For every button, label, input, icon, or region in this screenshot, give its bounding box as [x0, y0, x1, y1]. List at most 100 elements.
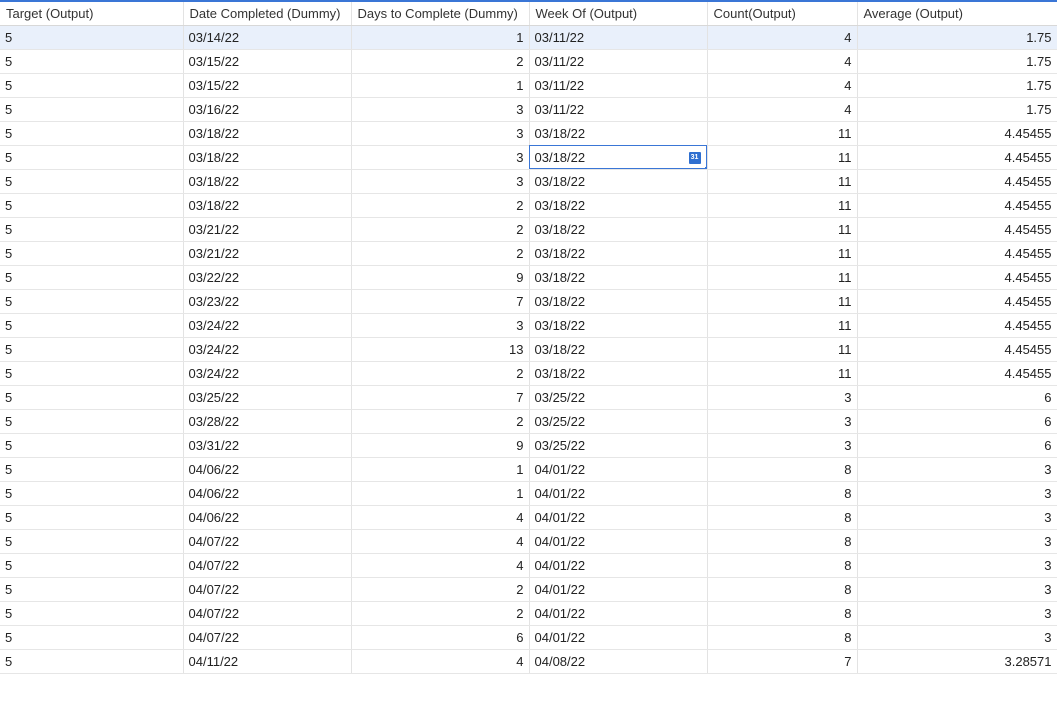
- days-to-complete-cell[interactable]: 4: [351, 505, 530, 530]
- table-row[interactable]: 5 03/24/22 2 03/18/22 11 4.45455: [0, 361, 1057, 386]
- average-cell[interactable]: 4.45455: [857, 193, 1057, 218]
- table-row[interactable]: 5 03/28/22 2 03/25/22 3 6: [0, 409, 1057, 434]
- count-cell[interactable]: 11: [707, 193, 858, 218]
- date-completed-cell[interactable]: 04/07/22: [183, 553, 352, 578]
- days-to-complete-cell[interactable]: 3: [351, 169, 530, 194]
- average-cell[interactable]: 3: [857, 457, 1057, 482]
- target-cell[interactable]: 5: [0, 529, 184, 554]
- count-cell[interactable]: 11: [707, 217, 858, 242]
- days-to-complete-cell[interactable]: 2: [351, 193, 530, 218]
- week-of-cell[interactable]: 04/01/22: [529, 577, 708, 602]
- table-row[interactable]: 5 04/06/22 1 04/01/22 8 3: [0, 457, 1057, 482]
- count-cell[interactable]: 11: [707, 265, 858, 290]
- week-of-cell[interactable]: 03/18/22: [529, 169, 708, 194]
- target-cell[interactable]: 5: [0, 241, 184, 266]
- days-to-complete-cell[interactable]: 4: [351, 649, 530, 674]
- days-to-complete-cell[interactable]: 6: [351, 625, 530, 650]
- date-completed-cell[interactable]: 03/22/22: [183, 265, 352, 290]
- table-row[interactable]: 5 04/07/22 4 04/01/22 8 3: [0, 529, 1057, 554]
- days-to-complete-cell[interactable]: 13: [351, 337, 530, 362]
- table-row[interactable]: 5 04/07/22 6 04/01/22 8 3: [0, 625, 1057, 650]
- average-cell[interactable]: 1.75: [857, 97, 1057, 122]
- average-cell[interactable]: 1.75: [857, 25, 1057, 50]
- date-completed-cell[interactable]: 03/18/22: [183, 169, 352, 194]
- target-cell[interactable]: 5: [0, 73, 184, 98]
- days-to-complete-cell[interactable]: 3: [351, 313, 530, 338]
- table-row[interactable]: 5 04/07/22 2 04/01/22 8 3: [0, 577, 1057, 602]
- count-cell[interactable]: 8: [707, 457, 858, 482]
- target-cell[interactable]: 5: [0, 601, 184, 626]
- table-row[interactable]: 5 03/14/22 1 03/11/22 4 1.75: [0, 25, 1057, 50]
- week-of-cell[interactable]: 03/18/22: [529, 217, 708, 242]
- week-of-cell[interactable]: 04/01/22: [529, 601, 708, 626]
- date-completed-cell[interactable]: 03/18/22: [183, 121, 352, 146]
- column-header-count[interactable]: Count(Output): [707, 2, 858, 26]
- table-row[interactable]: 5 04/06/22 4 04/01/22 8 3: [0, 505, 1057, 530]
- target-cell[interactable]: 5: [0, 481, 184, 506]
- date-completed-cell[interactable]: 04/06/22: [183, 457, 352, 482]
- target-cell[interactable]: 5: [0, 553, 184, 578]
- count-cell[interactable]: 3: [707, 433, 858, 458]
- days-to-complete-cell[interactable]: 1: [351, 25, 530, 50]
- average-cell[interactable]: 4.45455: [857, 289, 1057, 314]
- days-to-complete-cell[interactable]: 3: [351, 145, 530, 170]
- target-cell[interactable]: 5: [0, 577, 184, 602]
- target-cell[interactable]: 5: [0, 193, 184, 218]
- days-to-complete-cell[interactable]: 2: [351, 409, 530, 434]
- date-completed-cell[interactable]: 03/31/22: [183, 433, 352, 458]
- table-row[interactable]: 5 03/24/22 3 03/18/22 11 4.45455: [0, 313, 1057, 338]
- count-cell[interactable]: 8: [707, 625, 858, 650]
- date-completed-cell[interactable]: 04/07/22: [183, 625, 352, 650]
- days-to-complete-cell[interactable]: 2: [351, 361, 530, 386]
- target-cell[interactable]: 5: [0, 433, 184, 458]
- average-cell[interactable]: 4.45455: [857, 169, 1057, 194]
- count-cell[interactable]: 11: [707, 121, 858, 146]
- table-row[interactable]: 5 03/18/22 2 03/18/22 11 4.45455: [0, 193, 1057, 218]
- average-cell[interactable]: 4.45455: [857, 313, 1057, 338]
- count-cell[interactable]: 8: [707, 481, 858, 506]
- count-cell[interactable]: 11: [707, 313, 858, 338]
- date-completed-cell[interactable]: 03/18/22: [183, 193, 352, 218]
- count-cell[interactable]: 8: [707, 505, 858, 530]
- date-completed-cell[interactable]: 03/23/22: [183, 289, 352, 314]
- table-row[interactable]: 5 03/24/22 13 03/18/22 11 4.45455: [0, 337, 1057, 362]
- date-completed-cell[interactable]: 04/06/22: [183, 505, 352, 530]
- table-row[interactable]: 5 03/21/22 2 03/18/22 11 4.45455: [0, 217, 1057, 242]
- average-cell[interactable]: 4.45455: [857, 265, 1057, 290]
- count-cell[interactable]: 3: [707, 409, 858, 434]
- column-header-average[interactable]: Average (Output): [857, 2, 1057, 26]
- table-row[interactable]: 5 03/16/22 3 03/11/22 4 1.75: [0, 97, 1057, 122]
- count-cell[interactable]: 7: [707, 649, 858, 674]
- week-of-cell[interactable]: 03/18/22: [529, 193, 708, 218]
- average-cell[interactable]: 3.28571: [857, 649, 1057, 674]
- average-cell[interactable]: 1.75: [857, 49, 1057, 74]
- days-to-complete-cell[interactable]: 4: [351, 553, 530, 578]
- week-of-cell[interactable]: 03/18/22: [529, 121, 708, 146]
- week-of-cell[interactable]: 04/08/22: [529, 649, 708, 674]
- target-cell[interactable]: 5: [0, 97, 184, 122]
- date-completed-cell[interactable]: 03/15/22: [183, 73, 352, 98]
- count-cell[interactable]: 8: [707, 577, 858, 602]
- count-cell[interactable]: 3: [707, 385, 858, 410]
- days-to-complete-cell[interactable]: 1: [351, 73, 530, 98]
- column-header-date-completed[interactable]: Date Completed (Dummy): [183, 2, 352, 26]
- target-cell[interactable]: 5: [0, 145, 184, 170]
- table-row[interactable]: 5 03/15/22 1 03/11/22 4 1.75: [0, 73, 1057, 98]
- target-cell[interactable]: 5: [0, 49, 184, 74]
- week-of-cell[interactable]: 04/01/22: [529, 553, 708, 578]
- target-cell[interactable]: 5: [0, 217, 184, 242]
- average-cell[interactable]: 4.45455: [857, 337, 1057, 362]
- week-of-cell[interactable]: 03/18/22: [529, 265, 708, 290]
- average-cell[interactable]: 4.45455: [857, 361, 1057, 386]
- days-to-complete-cell[interactable]: 3: [351, 97, 530, 122]
- week-of-cell[interactable]: 03/18/22 31: [529, 145, 708, 170]
- target-cell[interactable]: 5: [0, 169, 184, 194]
- average-cell[interactable]: 3: [857, 577, 1057, 602]
- count-cell[interactable]: 8: [707, 529, 858, 554]
- table-row[interactable]: 5 03/23/22 7 03/18/22 11 4.45455: [0, 289, 1057, 314]
- count-cell[interactable]: 8: [707, 601, 858, 626]
- table-row[interactable]: 5 03/18/22 3 03/18/22 11 4.45455: [0, 121, 1057, 146]
- target-cell[interactable]: 5: [0, 505, 184, 530]
- average-cell[interactable]: 3: [857, 553, 1057, 578]
- count-cell[interactable]: 4: [707, 73, 858, 98]
